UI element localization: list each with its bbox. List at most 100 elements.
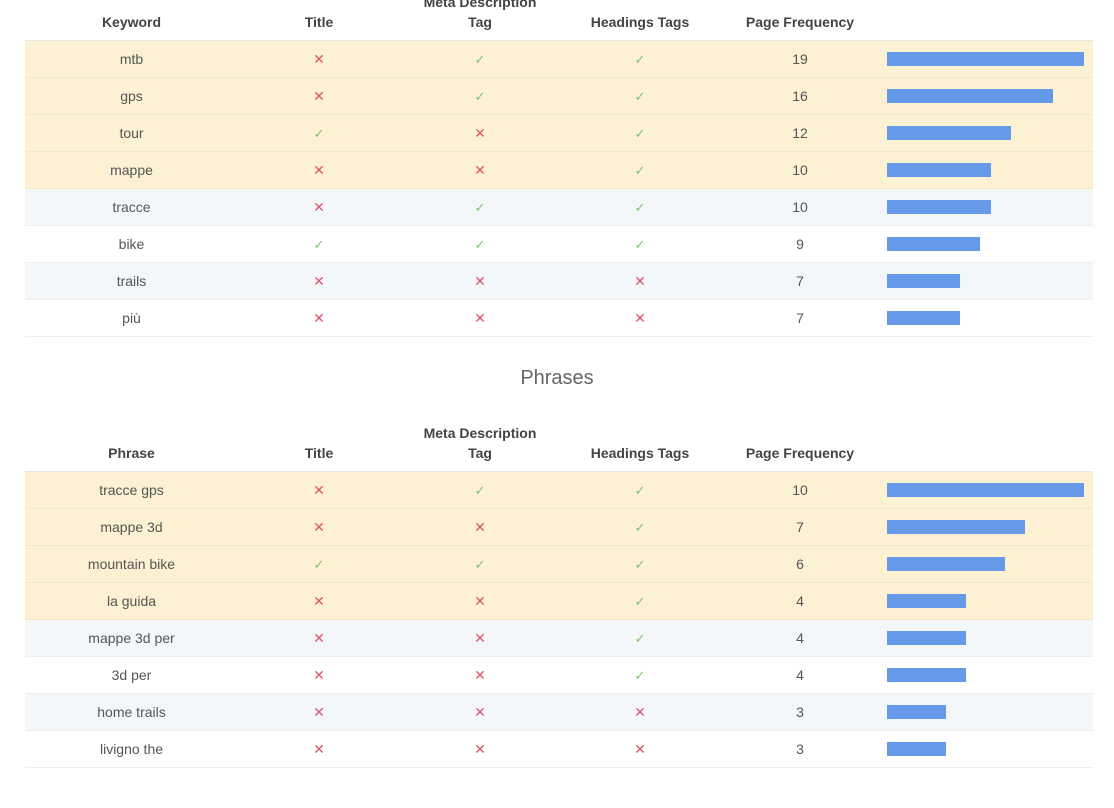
- meta-status-cell: ✕: [430, 152, 530, 188]
- page-frequency-cell: 7: [796, 519, 804, 535]
- frequency-bar: [887, 742, 946, 756]
- headings-status-cell: ✓: [590, 583, 690, 619]
- phrase-row: mountain bike ✓ ✓ ✓ 6: [25, 546, 1093, 583]
- frequency-bar: [887, 668, 966, 682]
- check-icon: ✓: [634, 520, 646, 535]
- keywords-table: Keyword Title Meta Description Tag Headi…: [25, 0, 1093, 337]
- frequency-bar-cell: [887, 226, 1085, 262]
- page-frequency-cell: 3: [796, 704, 804, 720]
- check-icon: ✓: [634, 594, 646, 609]
- keyword-row: tracce ✕ ✓ ✓ 10: [25, 189, 1093, 226]
- keyword-row: gps ✕ ✓ ✓ 16: [25, 78, 1093, 115]
- cross-icon: ✕: [313, 593, 325, 609]
- check-icon: ✓: [474, 483, 486, 498]
- title-status-cell: ✕: [269, 263, 369, 299]
- phrases-table: Phrase Title Meta Description Tag Headin…: [25, 425, 1093, 768]
- headings-status-cell: ✓: [590, 226, 690, 262]
- title-status-cell: ✓: [269, 115, 369, 151]
- headings-tags-column-header: Headings Tags: [590, 14, 690, 30]
- keyword-cell: mtb: [119, 51, 144, 67]
- check-icon: ✓: [634, 89, 646, 104]
- phrase-cell: home trails: [97, 704, 166, 720]
- meta-status-cell: ✓: [430, 472, 530, 508]
- meta-status-cell: ✕: [430, 509, 530, 545]
- phrase-row: home trails ✕ ✕ ✕ 3: [25, 694, 1093, 731]
- page-frequency-cell: 7: [796, 273, 804, 289]
- title-column-header: Title: [304, 445, 334, 461]
- page-frequency-cell: 4: [796, 630, 804, 646]
- title-status-cell: ✕: [269, 657, 369, 693]
- phrases-table-body: tracce gps ✕ ✓ ✓ 10 mappe 3d ✕ ✕ ✓ 7 mountain bike…: [25, 472, 1093, 768]
- title-status-cell: ✕: [269, 583, 369, 619]
- cross-icon: ✕: [634, 704, 646, 720]
- meta-status-cell: ✓: [430, 226, 530, 262]
- phrase-column-header: Phrase: [108, 445, 155, 461]
- keyword-cell: trails: [116, 273, 147, 289]
- frequency-bar: [887, 631, 966, 645]
- cross-icon: ✕: [313, 630, 325, 646]
- headings-status-cell: ✓: [590, 620, 690, 656]
- page-frequency-cell: 12: [792, 125, 808, 141]
- headings-status-cell: ✓: [590, 657, 690, 693]
- headings-status-cell: ✓: [590, 189, 690, 225]
- headings-status-cell: ✕: [590, 731, 690, 767]
- title-status-cell: ✕: [269, 189, 369, 225]
- keyword-cell: mappe: [110, 162, 153, 178]
- cross-icon: ✕: [474, 667, 486, 683]
- keyword-cell: più: [122, 310, 141, 326]
- frequency-bar: [887, 311, 960, 325]
- cross-icon: ✕: [313, 273, 325, 289]
- meta-status-cell: ✕: [430, 620, 530, 656]
- phrase-cell: mappe 3d: [100, 519, 163, 535]
- frequency-bar-cell: [887, 41, 1085, 77]
- cross-icon: ✕: [313, 704, 325, 720]
- phrase-row: la guida ✕ ✕ ✓ 4: [25, 583, 1093, 620]
- meta-status-cell: ✕: [430, 300, 530, 336]
- frequency-bar: [887, 52, 1084, 66]
- page-frequency-column-header: Page Frequency: [745, 14, 855, 30]
- check-icon: ✓: [634, 668, 646, 683]
- page-frequency-cell: 16: [792, 88, 808, 104]
- check-icon: ✓: [634, 52, 646, 67]
- frequency-bar: [887, 705, 946, 719]
- page-frequency-cell: 7: [796, 310, 804, 326]
- check-icon: ✓: [634, 200, 646, 215]
- keyword-row: tour ✓ ✕ ✓ 12: [25, 115, 1093, 152]
- frequency-bar-cell: [887, 731, 1085, 767]
- title-status-cell: ✕: [269, 694, 369, 730]
- title-status-cell: ✕: [269, 152, 369, 188]
- keyword-column-header: Keyword: [101, 14, 162, 30]
- title-status-cell: ✕: [269, 300, 369, 336]
- phrase-cell: mountain bike: [87, 556, 176, 572]
- phrases-section-title: Phrases: [520, 367, 594, 389]
- phrase-row: livigno the ✕ ✕ ✕ 3: [25, 731, 1093, 768]
- title-status-cell: ✕: [269, 731, 369, 767]
- frequency-bar-cell: [887, 263, 1085, 299]
- page-frequency-cell: 4: [796, 593, 804, 609]
- cross-icon: ✕: [313, 482, 325, 498]
- title-status-cell: ✕: [269, 41, 369, 77]
- meta-description-column-header: Meta Description Tag: [423, 0, 537, 30]
- cross-icon: ✕: [313, 162, 325, 178]
- phrase-row: 3d per ✕ ✕ ✓ 4: [25, 657, 1093, 694]
- check-icon: ✓: [474, 237, 486, 252]
- phrase-row: mappe 3d per ✕ ✕ ✓ 4: [25, 620, 1093, 657]
- keyword-row: mtb ✕ ✓ ✓ 19: [25, 41, 1093, 78]
- frequency-bar-cell: [887, 694, 1085, 730]
- frequency-bar: [887, 274, 960, 288]
- cross-icon: ✕: [313, 519, 325, 535]
- cross-icon: ✕: [313, 667, 325, 683]
- meta-status-cell: ✕: [430, 694, 530, 730]
- cross-icon: ✕: [313, 88, 325, 104]
- page-frequency-cell: 19: [792, 51, 808, 67]
- keywords-table-body: mtb ✕ ✓ ✓ 19 gps ✕ ✓ ✓ 16 tour ✓ ✕ ✓ 12 mappe ✕ ✕ ✓ 10 tracc…: [25, 41, 1093, 337]
- phrase-row: mappe 3d ✕ ✕ ✓ 7: [25, 509, 1093, 546]
- keyword-cell: tracce: [112, 199, 151, 215]
- cross-icon: ✕: [313, 310, 325, 326]
- headings-status-cell: ✕: [590, 300, 690, 336]
- cross-icon: ✕: [313, 199, 325, 215]
- cross-icon: ✕: [313, 51, 325, 67]
- cross-icon: ✕: [474, 125, 486, 141]
- frequency-bar: [887, 237, 980, 251]
- headings-status-cell: ✓: [590, 78, 690, 114]
